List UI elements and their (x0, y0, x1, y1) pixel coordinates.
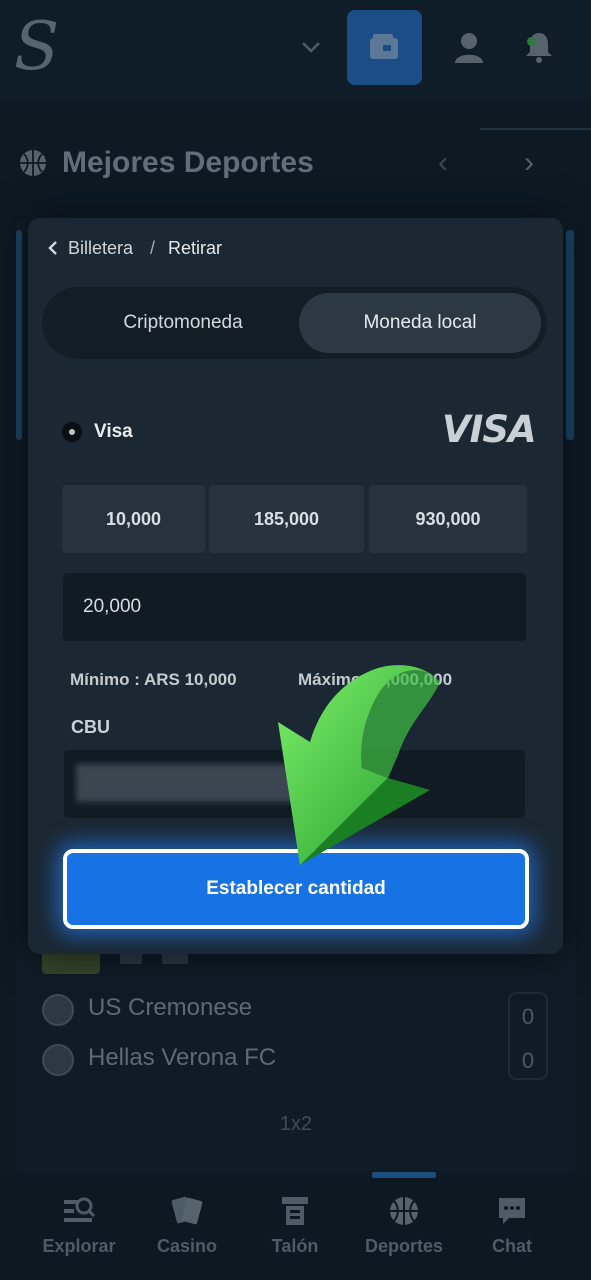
section-title: Mejores Deportes (62, 146, 314, 179)
chevron-left-icon[interactable]: ‹ (428, 148, 458, 178)
nav-active-indicator (372, 1172, 436, 1178)
card-edge-right (566, 230, 574, 440)
explore-icon (64, 1197, 96, 1222)
cbu-label: CBU (71, 717, 110, 737)
breadcrumb-wallet-link[interactable]: Billetera (68, 238, 133, 259)
score-box: 0 0 (508, 992, 548, 1080)
breadcrumb-current: Retirar (168, 238, 223, 258)
top-bar: S (0, 0, 591, 100)
cbu-value-redacted (76, 764, 296, 802)
team-name: US Cremonese (88, 994, 253, 1021)
wallet-icon (370, 34, 398, 59)
set-amount-button[interactable]: Establecer cantidad (63, 849, 529, 929)
method-label: Visa (94, 421, 133, 442)
nav-label: Chat (492, 1236, 532, 1256)
maximum-limit: Máximo : 2,000,000 (298, 670, 453, 689)
nav-item-talon[interactable]: Talón (245, 1192, 345, 1262)
visa-logo: VISA (442, 408, 537, 451)
user-icon[interactable] (452, 30, 486, 64)
team-score: 0 (521, 1048, 535, 1073)
team-row[interactable]: US Cremonese (42, 992, 552, 1028)
currency-type-tabs: Criptomoneda Moneda local (42, 287, 547, 359)
team-crest-icon (42, 1044, 74, 1076)
notification-dot (527, 37, 536, 46)
basketball-icon (20, 150, 46, 176)
section-header: Mejores Deportes ‹ › (18, 142, 578, 190)
preset-amount-button[interactable]: 930,000 (369, 485, 527, 553)
team-row[interactable]: Hellas Verona FC (42, 1042, 552, 1078)
ticket-icon (282, 1197, 308, 1225)
chevron-down-icon[interactable] (300, 36, 322, 58)
sports-ball-icon (390, 1197, 418, 1225)
chevron-right-icon[interactable]: › (514, 148, 544, 178)
amount-input[interactable] (63, 573, 526, 641)
team-score: 0 (521, 1004, 535, 1029)
preset-amount-button[interactable]: 185,000 (209, 485, 364, 553)
tab-moneda-local[interactable]: Moneda local (299, 293, 541, 353)
nav-item-chat[interactable]: Chat (462, 1192, 562, 1262)
team-name: Hellas Verona FC (88, 1044, 277, 1071)
nav-label: Talón (271, 1236, 319, 1256)
wallet-button[interactable] (347, 10, 422, 85)
odds-market-label: 1x2 (279, 1113, 313, 1135)
bell-icon[interactable] (522, 30, 556, 64)
breadcrumb-separator: / (150, 238, 156, 258)
app-logo[interactable]: S (14, 12, 59, 82)
nav-label: Explorar (42, 1236, 116, 1256)
header-divider (480, 128, 591, 130)
preset-amount-button[interactable]: 10,000 (62, 485, 205, 553)
breadcrumb: Billetera / Retirar (46, 236, 346, 262)
chat-icon (499, 1198, 525, 1224)
casino-icon (171, 1196, 203, 1225)
nav-item-casino[interactable]: Casino (137, 1192, 237, 1262)
card-edge-left (16, 230, 22, 440)
method-radio[interactable] (62, 422, 82, 442)
nav-label: Deportes (364, 1236, 444, 1256)
payment-method-option[interactable]: Visa VISA (60, 410, 540, 456)
minimum-limit: Mínimo : ARS 10,000 (70, 670, 237, 689)
nav-label: Casino (156, 1236, 217, 1256)
nav-item-explorar[interactable]: Explorar (29, 1192, 129, 1262)
tab-criptomoneda[interactable]: Criptomoneda (62, 293, 304, 353)
nav-item-deportes[interactable]: Deportes (354, 1192, 454, 1262)
chevron-left-icon[interactable] (46, 240, 60, 256)
team-crest-icon (42, 994, 74, 1026)
